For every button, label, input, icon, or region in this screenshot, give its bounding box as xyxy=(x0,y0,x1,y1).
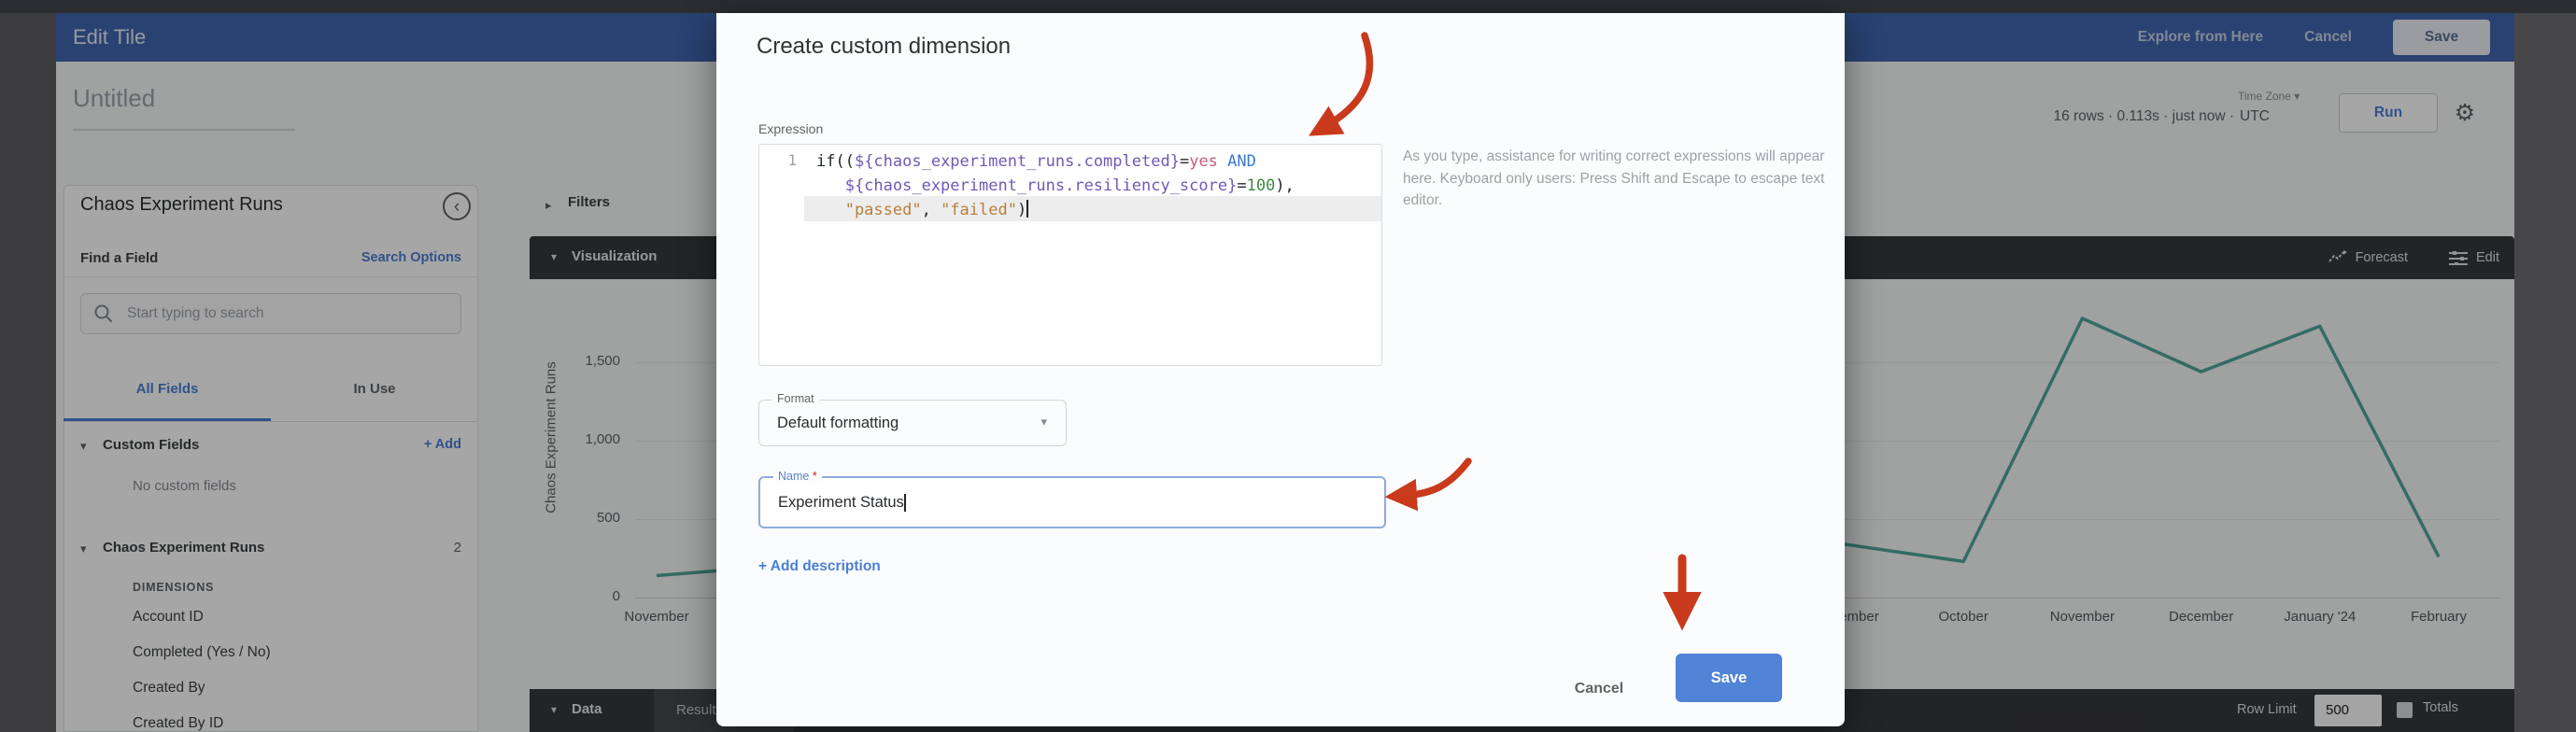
create-custom-dimension-dialog: Create custom dimension Expression 1 if(… xyxy=(716,13,1845,726)
expression-code[interactable]: if((${chaos_experiment_runs.completed}=y… xyxy=(816,149,1377,222)
code-token xyxy=(1218,152,1227,171)
dialog-save-button[interactable]: Save xyxy=(1676,654,1782,702)
code-line[interactable]: "passed", "failed") xyxy=(816,198,1377,222)
expression-label: Expression xyxy=(758,121,823,136)
chevron-down-icon: ▾ xyxy=(1040,415,1047,429)
code-token: "passed" xyxy=(845,201,922,219)
code-token: 100 xyxy=(1247,176,1276,195)
add-description-link[interactable]: + Add description xyxy=(758,558,881,575)
frame-right-edge xyxy=(2514,13,2576,732)
code-line[interactable]: ${chaos_experiment_runs.resiliency_score… xyxy=(816,174,1377,198)
code-token: ${chaos_experiment_runs.completed} xyxy=(855,152,1180,171)
name-input[interactable]: Name * Experiment Status xyxy=(758,476,1386,528)
frame-left-edge xyxy=(0,13,56,732)
code-token: ), xyxy=(1275,176,1294,195)
code-token: = xyxy=(1237,176,1246,195)
expression-assist-text: As you type, assistance for writing corr… xyxy=(1403,146,1825,212)
screen: Edit Tile Explore from Here Cancel Save … xyxy=(0,0,2576,732)
code-token: ) xyxy=(1017,201,1026,219)
code-token: "failed" xyxy=(941,201,1017,219)
name-value: Experiment Status xyxy=(778,478,906,527)
code-token: yes xyxy=(1189,152,1218,171)
format-select[interactable]: Format Default formatting ▾ xyxy=(758,400,1067,446)
line-number: 1 xyxy=(771,151,797,169)
browser-bookmarks-bar xyxy=(0,0,2576,13)
code-line[interactable]: if((${chaos_experiment_runs.completed}=y… xyxy=(816,149,1377,174)
dialog-title: Create custom dimension xyxy=(757,34,1011,60)
text-cursor xyxy=(904,494,906,512)
code-token: ${chaos_experiment_runs.resiliency_score… xyxy=(845,176,1238,195)
code-token: AND xyxy=(1227,152,1256,171)
code-token: , xyxy=(922,201,941,219)
text-cursor xyxy=(1026,200,1028,218)
code-token: = xyxy=(1180,152,1189,171)
format-value: Default formatting xyxy=(777,401,899,445)
dialog-cancel-button[interactable]: Cancel xyxy=(1557,665,1641,713)
code-token: if(( xyxy=(816,152,855,171)
